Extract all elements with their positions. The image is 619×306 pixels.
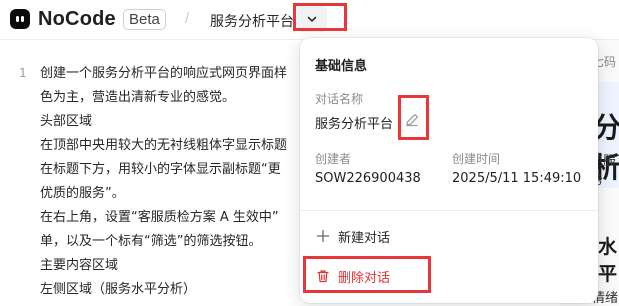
new-conversation-menu-item[interactable]: 新建对话 — [308, 220, 590, 252]
highlight-menu-button-box — [293, 3, 347, 31]
highlight-edit-icon-box — [398, 95, 429, 140]
prompt-line: 头部区域 — [40, 114, 93, 129]
created-time-value: 2025/5/11 15:49:10 — [452, 171, 582, 186]
popover-divider — [300, 210, 598, 211]
prompt-line: 主要内容区域 — [40, 258, 119, 273]
prompt-line: 单，以及一个标有“筛选”的筛选按钮。 — [40, 234, 262, 249]
beta-badge: Beta — [123, 9, 166, 30]
conversation-name-value: 服务分析平台 — [315, 117, 394, 132]
line-number: 1 — [19, 66, 27, 80]
nocode-logo-icon[interactable] — [10, 9, 30, 29]
breadcrumb-separator: / — [185, 10, 190, 27]
highlight-delete-box — [303, 256, 431, 293]
prompt-line: 在标题下方，用较小的字体显示副标题“更 — [40, 162, 281, 177]
prompt-line: 在顶部中央用较大的无衬线粗体字显示标题 — [40, 138, 288, 153]
plus-icon — [316, 229, 330, 243]
prompt-line: 色为主，营造出清新专业的感觉。 — [40, 90, 236, 105]
brand-name[interactable]: NoCode — [38, 8, 116, 31]
prompt-line: 左侧区域（服务水平分析） — [40, 282, 197, 297]
popover-heading: 基础信息 — [315, 59, 368, 74]
prompt-line: 创建一个服务分析平台的响应式网页界面样 — [40, 66, 288, 81]
created-time-label: 创建时间 — [452, 152, 501, 166]
conversation-title[interactable]: 服务分析平台 — [210, 11, 294, 31]
prompt-line: 在右上角，设置“客服质检方案 A 生效中” — [40, 210, 279, 225]
prompt-line: 优质的服务”。 — [40, 186, 125, 201]
preview-section-title: 水平 — [598, 236, 618, 285]
conversation-name-label: 对话名称 — [315, 92, 364, 106]
new-conversation-label: 新建对话 — [338, 230, 391, 246]
prompt-text[interactable]: 创建一个服务分析平台的响应式网页界面样 色为主，营造出清新专业的感觉。 头部区域… — [40, 62, 310, 302]
creator-value: SOW226900438 — [315, 171, 421, 186]
creator-label: 创建者 — [315, 152, 352, 166]
